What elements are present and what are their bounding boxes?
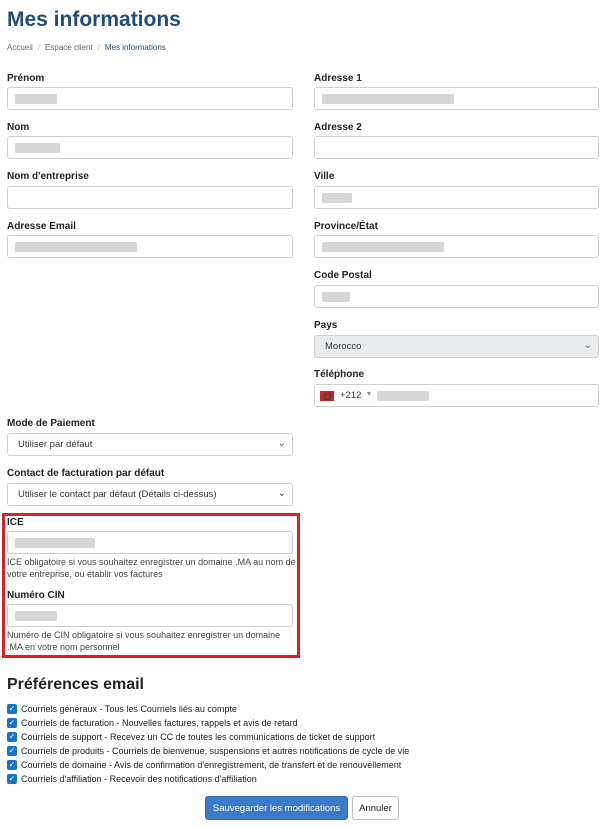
ice-input[interactable] bbox=[7, 531, 293, 554]
morocco-flag-icon[interactable] bbox=[320, 391, 334, 401]
breadcrumb-separator: / bbox=[37, 43, 41, 52]
checkbox-checked-icon[interactable]: ✓ bbox=[7, 704, 17, 714]
email-input[interactable] bbox=[7, 235, 293, 258]
code-postal-label: Code Postal bbox=[314, 270, 372, 281]
list-item: ✓ Courriels de facturation - Nouvelles f… bbox=[7, 716, 409, 730]
breadcrumb: Accueil / Espace client / Mes informatio… bbox=[7, 43, 166, 52]
pays-select[interactable]: Morocco ⌄ bbox=[314, 335, 599, 358]
checkbox-checked-icon[interactable]: ✓ bbox=[7, 732, 17, 742]
redacted-value bbox=[322, 292, 350, 302]
redacted-value bbox=[15, 94, 57, 104]
breadcrumb-accueil[interactable]: Accueil bbox=[7, 43, 33, 52]
list-item: ✓ Courriels généraux - Tous les Courriel… bbox=[7, 702, 409, 716]
redacted-value bbox=[15, 143, 60, 153]
redacted-value bbox=[322, 193, 352, 203]
telephone-label: Téléphone bbox=[314, 369, 365, 380]
phone-country-code[interactable]: +212 bbox=[340, 390, 361, 401]
adresse1-label: Adresse 1 bbox=[314, 73, 362, 84]
pays-label: Pays bbox=[314, 320, 338, 331]
adresse2-label: Adresse 2 bbox=[314, 122, 362, 133]
telephone-input[interactable]: +212 ▾ bbox=[314, 384, 599, 407]
list-item: ✓ Courriels de domaine - Avis de confirm… bbox=[7, 758, 409, 772]
pref-label[interactable]: Courriels de support - Recevez un CC de … bbox=[21, 732, 375, 742]
pays-value: Morocco bbox=[325, 341, 362, 352]
cin-help-text: Numéro de CIN obligatoire si vous souhai… bbox=[7, 630, 281, 652]
breadcrumb-espace-client[interactable]: Espace client bbox=[45, 43, 93, 52]
breadcrumb-current: Mes informations bbox=[104, 43, 166, 52]
pref-label[interactable]: Courriels de produits - Courriels de bie… bbox=[21, 746, 409, 756]
chevron-down-icon: ⌄ bbox=[583, 340, 592, 351]
caret-down-icon[interactable]: ▾ bbox=[367, 389, 371, 398]
mode-paiement-select[interactable]: Utiliser par défaut ⌄ bbox=[7, 433, 293, 456]
ville-input[interactable] bbox=[314, 186, 599, 209]
code-postal-input[interactable] bbox=[314, 285, 599, 308]
save-button[interactable]: Sauvegarder les modifications bbox=[205, 796, 348, 820]
redacted-value bbox=[377, 391, 429, 401]
prenom-input[interactable] bbox=[7, 87, 293, 110]
email-preferences-title: Préférences email bbox=[7, 676, 144, 693]
province-input[interactable] bbox=[314, 235, 599, 258]
checkbox-checked-icon[interactable]: ✓ bbox=[7, 774, 17, 784]
adresse2-input[interactable] bbox=[314, 136, 599, 159]
page-title: Mes informations bbox=[7, 8, 181, 31]
redacted-value bbox=[322, 242, 444, 252]
checkbox-checked-icon[interactable]: ✓ bbox=[7, 760, 17, 770]
ice-help-text: ICE obligatoire si vous souhaitez enregi… bbox=[7, 557, 296, 579]
prenom-label: Prénom bbox=[7, 73, 45, 84]
pref-label[interactable]: Courriels de facturation - Nouvelles fac… bbox=[21, 718, 298, 728]
nom-label: Nom bbox=[7, 122, 30, 133]
list-item: ✓ Courriels d'affiliation - Recevoir des… bbox=[7, 772, 409, 786]
redacted-value bbox=[15, 611, 57, 621]
redacted-value bbox=[322, 94, 454, 104]
pref-label[interactable]: Courriels d'affiliation - Recevoir des n… bbox=[21, 774, 257, 784]
contact-facturation-select[interactable]: Utiliser le contact par défaut (Détails … bbox=[7, 483, 293, 506]
redacted-value bbox=[15, 242, 137, 252]
pref-label[interactable]: Courriels de domaine - Avis de confirmat… bbox=[21, 760, 401, 770]
entreprise-label: Nom d'entreprise bbox=[7, 171, 89, 182]
contact-facturation-label: Contact de facturation par défaut bbox=[7, 468, 165, 479]
email-label: Adresse Email bbox=[7, 221, 76, 232]
email-preferences-list: ✓ Courriels généraux - Tous les Courriel… bbox=[7, 702, 409, 786]
chevron-down-icon: ⌄ bbox=[277, 438, 286, 449]
chevron-down-icon: ⌄ bbox=[277, 488, 286, 499]
mode-paiement-value: Utiliser par défaut bbox=[18, 439, 93, 450]
redacted-value bbox=[15, 538, 95, 548]
list-item: ✓ Courriels de support - Recevez un CC d… bbox=[7, 730, 409, 744]
ice-label: ICE bbox=[7, 517, 24, 528]
cancel-button[interactable]: Annuler bbox=[352, 796, 399, 820]
checkbox-checked-icon[interactable]: ✓ bbox=[7, 718, 17, 728]
cin-input[interactable] bbox=[7, 604, 293, 627]
ville-label: Ville bbox=[314, 171, 335, 182]
entreprise-input[interactable] bbox=[7, 186, 293, 209]
mode-paiement-label: Mode de Paiement bbox=[7, 418, 95, 429]
cin-label: Numéro CIN bbox=[7, 590, 65, 601]
province-label: Province/État bbox=[314, 221, 378, 232]
adresse1-input[interactable] bbox=[314, 87, 599, 110]
list-item: ✓ Courriels de produits - Courriels de b… bbox=[7, 744, 409, 758]
breadcrumb-separator: / bbox=[97, 43, 100, 52]
pref-label[interactable]: Courriels généraux - Tous les Courriels … bbox=[21, 704, 237, 714]
contact-facturation-value: Utiliser le contact par défaut (Détails … bbox=[18, 489, 217, 500]
checkbox-checked-icon[interactable]: ✓ bbox=[7, 746, 17, 756]
nom-input[interactable] bbox=[7, 136, 293, 159]
